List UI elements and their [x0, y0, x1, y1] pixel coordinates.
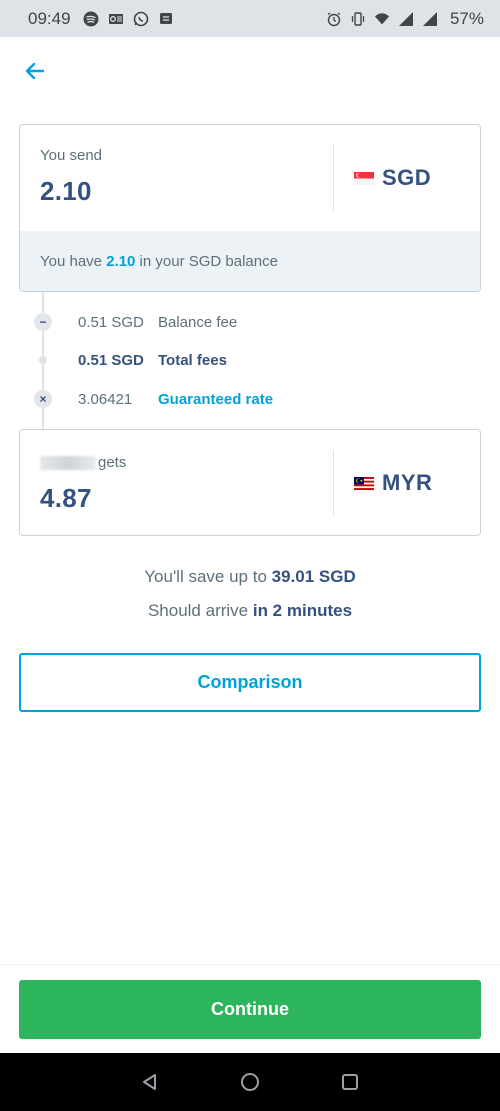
status-left: 09:49	[28, 9, 174, 29]
message-icon	[158, 11, 174, 27]
savings-amount: 39.01 SGD	[271, 567, 356, 586]
singapore-flag-icon	[354, 171, 374, 185]
whatsapp-icon	[133, 11, 149, 27]
receive-label-suffix: gets	[98, 454, 127, 471]
nav-recents-button[interactable]	[336, 1068, 364, 1096]
rate-value: 3.06421	[78, 390, 133, 408]
receive-currency-select[interactable]: MYR	[334, 430, 480, 535]
back-button[interactable]	[20, 56, 50, 86]
triangle-back-icon	[143, 1074, 156, 1090]
guaranteed-rate-link[interactable]: Guaranteed rate	[158, 391, 273, 408]
send-currency-select[interactable]: SGD	[334, 125, 480, 231]
arrival-text: Should arrive in 2 minutes	[0, 601, 500, 621]
receive-label: gets	[40, 454, 333, 471]
alarm-icon	[326, 11, 342, 27]
fee-row-total: 0.51 SGD Total fees	[34, 350, 227, 370]
arrival-time: in 2 minutes	[252, 601, 353, 620]
send-amount-block[interactable]: You send 2.10	[20, 125, 333, 231]
status-right: 57%	[326, 9, 484, 29]
receive-amount-input[interactable]: 4.87	[40, 483, 333, 514]
nav-back-button[interactable]	[136, 1068, 164, 1096]
balance-amount: 2.10	[106, 253, 136, 270]
signal-2-icon	[422, 11, 438, 27]
receive-amount-block[interactable]: gets 4.87	[20, 430, 333, 535]
battery-level: 57%	[449, 8, 484, 28]
receive-currency-code: MYR	[382, 470, 433, 495]
wifi-icon	[374, 11, 390, 27]
total-fee-label: Total fees	[158, 351, 227, 369]
balance-suffix: in your SGD balance	[135, 253, 278, 270]
total-fee-amount: 0.51 SGD	[78, 351, 144, 369]
send-card: You send 2.10 SGD You have 2.10 in your …	[19, 124, 481, 292]
arrival-prefix: Should arrive	[147, 601, 253, 620]
receive-row: gets 4.87 MYR	[20, 430, 480, 535]
send-currency-code: SGD	[382, 165, 432, 190]
balance-info: You have 2.10 in your SGD balance	[20, 231, 480, 291]
dot-icon	[34, 351, 52, 369]
recipient-name-redacted	[40, 456, 96, 471]
fee-row-balance: − 0.51 SGD Balance fee	[34, 312, 237, 332]
signal-icon	[398, 11, 414, 27]
arrow-left-icon	[25, 62, 45, 80]
savings-prefix: You'll save up to	[144, 567, 272, 586]
vibrate-icon	[350, 11, 366, 27]
send-label: You send	[40, 147, 103, 164]
savings-text: You'll save up to 39.01 SGD	[0, 567, 500, 587]
square-recents-icon	[342, 1074, 358, 1090]
receive-card: gets 4.87 MYR	[19, 429, 481, 536]
send-amount-input[interactable]: 2.10	[40, 176, 333, 207]
spotify-icon	[83, 11, 99, 27]
minus-icon: −	[34, 313, 52, 331]
status-bar: 09:49 57%	[0, 0, 500, 37]
system-nav-bar	[0, 1053, 500, 1111]
comparison-button[interactable]: Comparison	[19, 653, 481, 712]
nav-home-button[interactable]	[236, 1068, 264, 1096]
malaysia-flag-icon	[354, 476, 374, 490]
multiply-icon: ×	[34, 390, 52, 408]
circle-home-icon	[241, 1073, 259, 1091]
send-row: You send 2.10 SGD	[20, 125, 480, 231]
fee-row-rate: × 3.06421 Guaranteed rate	[34, 389, 273, 409]
balance-prefix: You have	[40, 253, 107, 270]
continue-button[interactable]: Continue	[19, 980, 481, 1039]
outlook-icon	[108, 11, 124, 27]
fee-amount: 0.51 SGD	[78, 313, 144, 331]
footer-divider	[0, 964, 500, 965]
fee-label: Balance fee	[158, 313, 238, 331]
status-time: 09:49	[28, 8, 71, 28]
